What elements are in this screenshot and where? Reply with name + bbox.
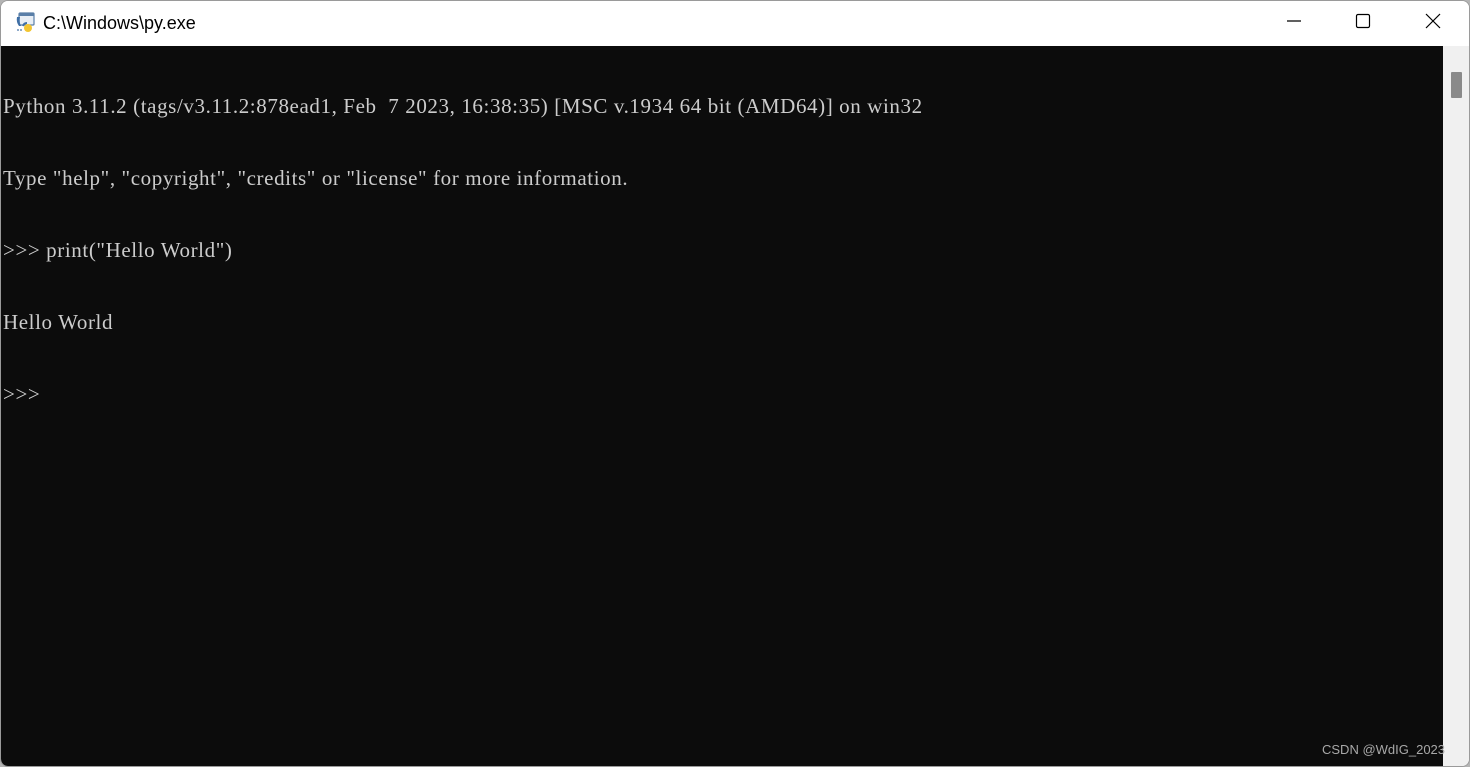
- window-title: C:\Windows\py.exe: [43, 13, 196, 33]
- close-button[interactable]: [1398, 1, 1468, 45]
- maximize-icon: [1355, 13, 1371, 34]
- minimize-button[interactable]: [1259, 1, 1329, 45]
- scrollbar-thumb[interactable]: [1451, 72, 1462, 98]
- console-line-output: Hello World: [3, 310, 114, 334]
- console-line-version: Python 3.11.2 (tags/v3.11.2:878ead1, Feb…: [3, 94, 923, 118]
- python-launcher-icon: [14, 11, 36, 33]
- title-bar[interactable]: C:\Windows\py.exe: [1, 1, 1469, 45]
- console-prompt[interactable]: >>>: [3, 382, 1443, 406]
- console-line-command: >>> print("Hello World"): [3, 238, 233, 262]
- maximize-button[interactable]: [1328, 1, 1398, 45]
- console-window: C:\Windows\py.exe Python 3.11.2 (tags/v3…: [0, 0, 1470, 767]
- console-line-help: Type "help", "copyright", "credits" or "…: [3, 166, 629, 190]
- console-output[interactable]: Python 3.11.2 (tags/v3.11.2:878ead1, Feb…: [1, 46, 1443, 766]
- minimize-icon: [1286, 13, 1302, 34]
- vertical-scrollbar[interactable]: [1443, 46, 1469, 766]
- close-icon: [1425, 13, 1441, 34]
- watermark-text: CSDN @WdIG_2023: [1322, 742, 1446, 757]
